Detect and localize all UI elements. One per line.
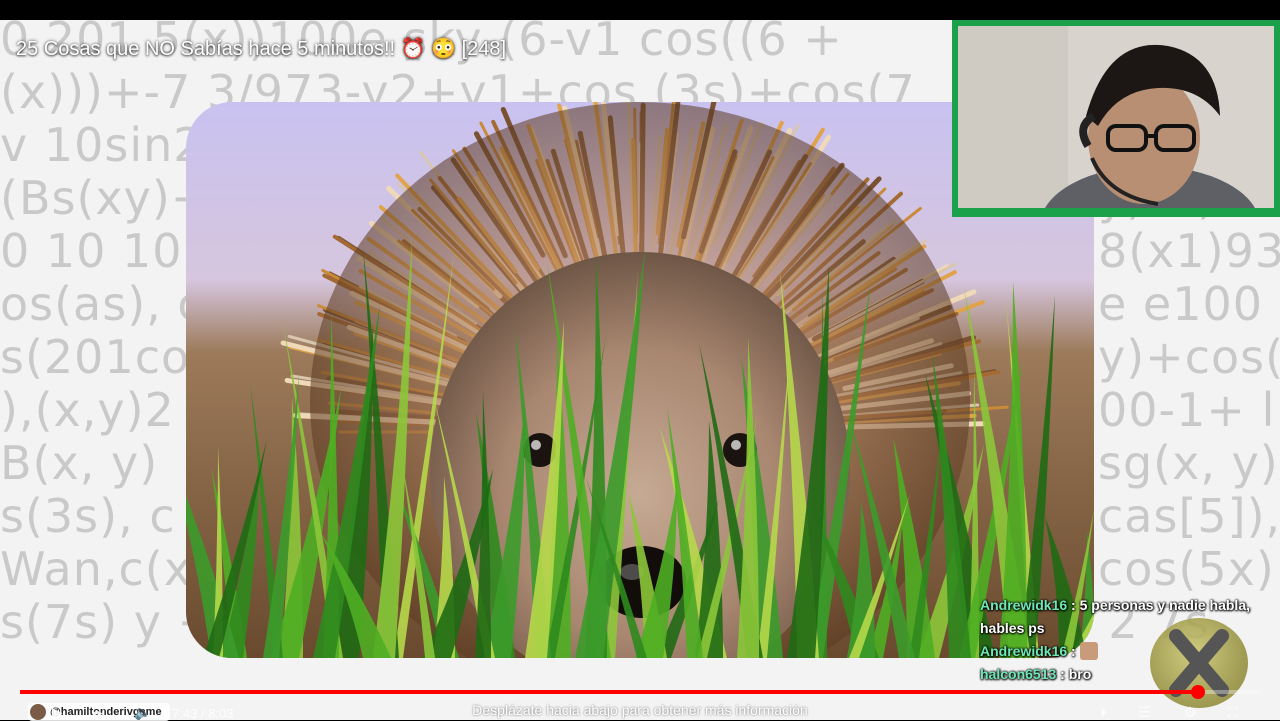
chat-username: halcon6513 — [980, 666, 1057, 682]
progress-bar[interactable] — [20, 685, 1260, 699]
background-math-line: s(201co — [0, 330, 191, 384]
background-math-line: ),(x,y)2 — [0, 383, 175, 437]
background-math-line: e e100 — [1098, 277, 1264, 331]
chat-username: Andrewidk16 — [980, 597, 1068, 613]
background-math-line: 8(x1)93 — [1098, 224, 1280, 278]
video-title[interactable]: 25 Cosas que NO Sabías hace 5 minutos!! … — [16, 36, 506, 61]
autoplay-toggle-icon[interactable]: ⏵ — [1100, 704, 1107, 721]
background-math-line: cos(5x) — [1098, 542, 1275, 596]
settings-gear-icon[interactable]: ⚙ — [1184, 704, 1197, 721]
webcam-video — [958, 26, 1274, 208]
chat-username: Andrewidk16 — [980, 643, 1068, 659]
background-math-line: s(3s), c — [0, 489, 176, 543]
player-controls: @hamiltonderivgame ▶ ⏭ 🔈 7:43 / 8:03 Des… — [0, 696, 1280, 721]
background-math-line: B(x, y) — [0, 436, 159, 490]
webcam-overlay — [952, 20, 1280, 217]
fullscreen-icon[interactable]: ⛶ — [1228, 704, 1238, 721]
progress-fill — [20, 690, 1198, 694]
chat-emote-icon — [1079, 642, 1098, 660]
background-math-line: v 10sin2 — [0, 118, 204, 172]
background-math-line: 0 10 10 — [0, 224, 183, 278]
chat-text: bro — [1068, 666, 1092, 682]
background-math-line: os(as), c — [0, 277, 204, 331]
scroll-hint: Desplázate hacia abajo para obtener más … — [472, 702, 808, 718]
background-math-line: cas[5]), — [1098, 489, 1280, 543]
video-title-text: 25 Cosas que NO Sabías hace 5 minutos!! … — [16, 38, 507, 60]
background-math-line: y)+cos( — [1098, 330, 1280, 384]
video-frame[interactable]: 0 201 5(x))100e sky-(6-v1 cos((6 + (x)))+… — [0, 20, 1280, 720]
background-math-line: sg(x, y) — [1098, 436, 1279, 490]
background-math-line: (Bs(xy)+ — [0, 171, 211, 225]
subtitles-icon[interactable]: ☰ — [1138, 704, 1151, 721]
background-math-line: Wan,c(x — [0, 542, 192, 596]
top-black-bar — [0, 0, 1280, 20]
background-math-line: 00-1+ l — [1098, 383, 1276, 437]
